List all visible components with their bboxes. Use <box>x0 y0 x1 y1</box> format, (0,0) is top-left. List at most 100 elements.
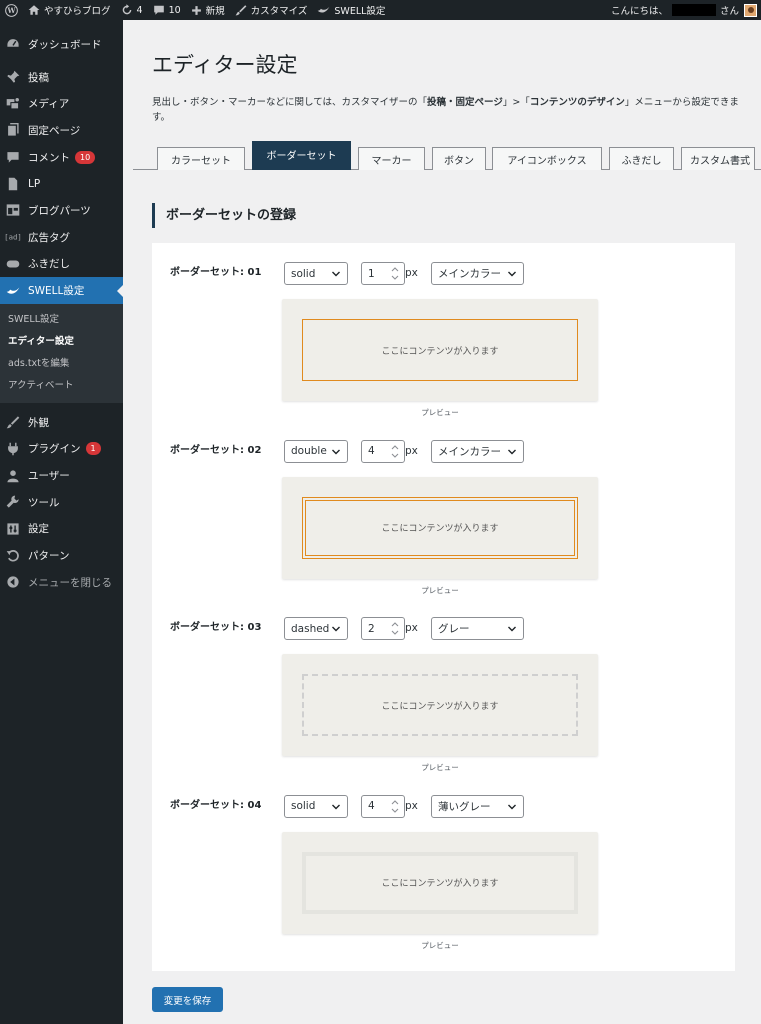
sidebar-item-posts[interactable]: 投稿 <box>0 64 123 91</box>
border-preview: ここにコンテンツが入ります <box>282 831 598 934</box>
settings-tabs: カラーセット ボーダーセット マーカー ボタン アイコンボックス ふきだし カス… <box>133 141 761 170</box>
avatar[interactable] <box>744 3 757 17</box>
border-style-value: solid <box>291 800 316 812</box>
tab-button[interactable]: ボタン <box>432 147 486 170</box>
border-style-select[interactable]: solid <box>284 262 348 285</box>
border-style-select[interactable]: solid <box>284 794 348 818</box>
user-icon <box>5 468 21 484</box>
sidebar-label: ブログパーツ <box>28 204 91 217</box>
sidebar-item-lp[interactable]: LP <box>0 170 123 197</box>
brush-icon <box>235 4 247 16</box>
submenu-editor-settings[interactable]: エディター設定 <box>0 331 123 353</box>
tab-color-set[interactable]: カラーセット <box>157 147 245 170</box>
sidebar-label: ツール <box>28 496 60 509</box>
border-width-stepper[interactable]: 1 <box>361 262 405 285</box>
sidebar-item-settings[interactable]: 設定 <box>0 516 123 543</box>
border-set-label: ボーダーセット: 03 <box>170 622 262 633</box>
tab-marker[interactable]: マーカー <box>358 147 425 170</box>
swell-settings-link[interactable]: SWELL設定 <box>312 0 390 20</box>
border-color-select[interactable]: グレー <box>431 617 524 640</box>
my-account-link[interactable]: こんにちは、 さん <box>611 0 761 20</box>
swell-label: SWELL設定 <box>334 6 386 17</box>
border-style-select[interactable]: dashed <box>284 617 348 640</box>
new-label: 新規 <box>205 6 225 17</box>
preview-text: ここにコンテンツが入ります <box>381 346 499 357</box>
comments-count: 10 <box>168 4 181 16</box>
submenu-ads-txt[interactable]: ads.txtを編集 <box>0 353 123 375</box>
admin-sidebar: ダッシュボード 投稿 メディア 固定ページ コメント 10 LP ブログパーツ … <box>0 20 123 1024</box>
sidebar-item-patterns[interactable]: パターン <box>0 542 123 569</box>
wrench-icon <box>5 494 21 510</box>
border-preview: ここにコンテンツが入ります <box>282 654 598 756</box>
border-style-value: solid <box>291 267 316 280</box>
submenu-swell-settings[interactable]: SWELL設定 <box>0 309 123 331</box>
sidebar-item-blog-parts[interactable]: ブログパーツ <box>0 197 123 224</box>
border-width-stepper[interactable]: 4 <box>361 794 405 818</box>
border-width-stepper[interactable]: 4 <box>361 439 405 463</box>
border-color-select[interactable]: メインカラー <box>431 262 524 285</box>
unit-label: px <box>405 622 418 634</box>
sidebar-item-media[interactable]: メディア <box>0 90 123 117</box>
sidebar-label: SWELL設定 <box>28 285 85 298</box>
spinner-arrows-icon <box>390 621 400 636</box>
comments-link[interactable]: 10 <box>148 0 186 20</box>
unit-label: px <box>405 444 418 457</box>
tab-border-set[interactable]: ボーダーセット <box>252 141 351 170</box>
chevron-down-icon <box>507 799 517 817</box>
sidebar-item-dashboard[interactable]: ダッシュボード <box>0 31 123 58</box>
site-name-link[interactable]: やすひらブログ <box>23 0 116 20</box>
border-width-stepper[interactable]: 2 <box>361 617 405 640</box>
sidebar-item-users[interactable]: ユーザー <box>0 462 123 489</box>
border-preview: ここにコンテンツが入ります <box>282 476 598 579</box>
sidebar-item-pages[interactable]: 固定ページ <box>0 117 123 144</box>
border-style-value: double <box>291 445 327 457</box>
save-changes-button[interactable]: 変更を保存 <box>152 987 223 1012</box>
sidebar-label: 固定ページ <box>28 124 81 137</box>
layout-icon <box>5 202 21 218</box>
updates-link[interactable]: 4 <box>116 0 148 20</box>
main-content: エディター設定 見出し・ボタン・マーカーなどに関しては、カスタマイザーの「投稿・… <box>123 20 761 1024</box>
comments-badge: 10 <box>75 150 96 164</box>
admin-bar: W やすひらブログ 4 10 新規 カスタマイズ SWELL設定 こんにちは、 … <box>0 0 761 20</box>
ad-icon: [ad] <box>5 229 21 245</box>
tab-icon-box[interactable]: アイコンボックス <box>492 147 602 170</box>
border-width-value: 2 <box>368 622 375 635</box>
sidebar-item-swell-settings[interactable]: SWELL設定 <box>0 277 123 304</box>
new-content-link[interactable]: 新規 <box>186 0 230 20</box>
site-name: やすひらブログ <box>44 6 111 17</box>
spinner-arrows-icon <box>390 266 400 281</box>
customize-link[interactable]: カスタマイズ <box>230 0 313 20</box>
document-icon <box>5 176 21 192</box>
speech-bubble-icon <box>5 256 21 272</box>
border-set-label: ボーダーセット: 02 <box>170 444 262 456</box>
desc-text: 」>「 <box>502 97 530 108</box>
border-color-select[interactable]: メインカラー <box>431 439 524 463</box>
sidebar-item-balloon[interactable]: ふきだし <box>0 251 123 278</box>
sidebar-label: コメント <box>28 151 70 164</box>
tab-balloon[interactable]: ふきだし <box>609 147 674 170</box>
submenu-activate[interactable]: アクティベート <box>0 375 123 397</box>
border-style-select[interactable]: double <box>284 439 348 463</box>
border-color-select[interactable]: 薄いグレー <box>431 794 524 818</box>
sidebar-item-comments[interactable]: コメント 10 <box>0 144 123 171</box>
sidebar-item-ad-tags[interactable]: [ad] 広告タグ <box>0 224 123 251</box>
swell-icon <box>5 283 21 299</box>
sidebar-item-plugins[interactable]: プラグイン 1 <box>0 436 123 463</box>
spinner-arrows-icon <box>390 444 400 459</box>
pin-icon <box>5 69 21 85</box>
sidebar-item-appearance[interactable]: 外観 <box>0 409 123 436</box>
sidebar-label: 設定 <box>28 523 49 536</box>
chevron-down-icon <box>331 800 341 817</box>
svg-text:W: W <box>6 6 16 15</box>
border-color-value: メインカラー <box>438 268 501 280</box>
wordpress-logo-button[interactable]: W <box>0 0 23 20</box>
border-width-value: 4 <box>368 800 375 812</box>
sidebar-label: 外観 <box>28 416 49 429</box>
collapse-menu-button[interactable]: メニューを閉じる <box>0 569 123 596</box>
chevron-down-icon <box>331 267 341 284</box>
border-set-label: ボーダーセット: 01 <box>170 267 262 278</box>
page-title: エディター設定 <box>152 53 298 77</box>
tab-custom-format[interactable]: カスタム書式 <box>681 147 755 170</box>
sidebar-item-tools[interactable]: ツール <box>0 489 123 516</box>
section-title: ボーダーセットの登録 <box>152 203 296 228</box>
